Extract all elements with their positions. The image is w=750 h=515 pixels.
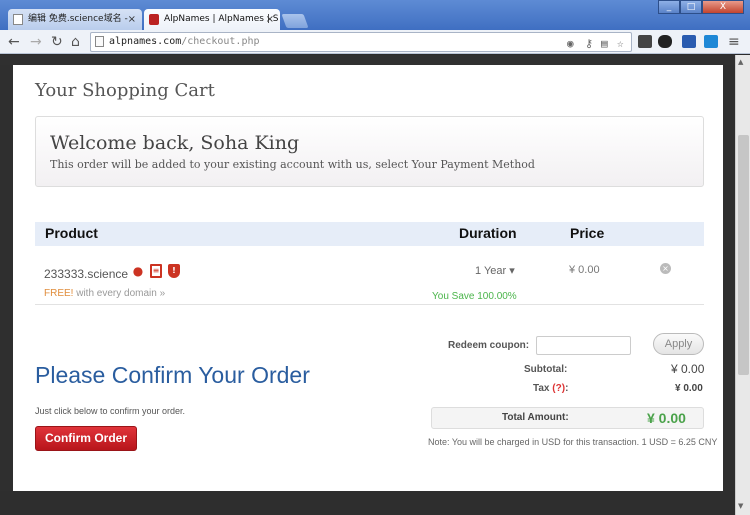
header-band [0,55,735,65]
user-icon[interactable]: ● [132,264,144,278]
extension-1-icon[interactable] [638,35,652,48]
header-duration: Duration [459,225,517,241]
subtotal-label: Subtotal: [524,364,568,375]
total-label: Total Amount: [502,412,569,423]
coupon-label: Redeem coupon: [448,340,530,351]
item-price: ¥ 0.00 [569,264,600,276]
free-text: with every domain » [76,288,166,299]
close-window-button[interactable]: X [702,0,744,14]
forward-icon[interactable]: → [30,33,42,51]
apply-coupon-button[interactable]: Apply [653,333,704,355]
address-bar[interactable]: alpnames.com/checkout.php ◉ ⚷ ▤ ☆ [90,32,632,52]
url-path: /checkout.php [181,36,260,47]
tab-close-icon[interactable]: × [266,9,274,30]
currency-note: Note: You will be charged in USD for thi… [428,437,718,447]
confirm-title: Please Confirm Your Order [35,362,310,388]
page-icon [13,14,23,25]
tab-close-icon[interactable]: × [128,9,136,30]
url-host: alpnames.com [109,36,182,47]
window-controls: _ □ X [658,0,744,16]
menu-icon[interactable]: ≡ [728,33,740,51]
divider [35,304,704,305]
tab-label: 编辑 免费.science域名 - [28,14,128,24]
browser-toolbar: ← → ↻ ⌂ alpnames.com/checkout.php ◉ ⚷ ▤ … [0,30,750,54]
browser-tab-2[interactable]: AlpNames | AlpNames | S × [144,9,280,30]
vertical-scrollbar[interactable]: ▲ ▼ [735,55,750,515]
welcome-title: Welcome back, Soha King [50,132,300,154]
checkout-panel: Your Shopping Cart Welcome back, Soha Ki… [13,65,723,491]
savings-text: You Save 100.00% [432,291,517,302]
tax-label: Tax (?): [533,383,568,394]
site-favicon-icon [149,14,159,25]
tax-value: ¥ 0.00 [675,383,703,394]
extension-2-icon[interactable] [658,35,672,48]
browser-titlebar: 编辑 免费.science域名 - × AlpNames | AlpNames … [0,0,750,30]
minimize-button[interactable]: _ [658,0,680,14]
document-icon[interactable]: ≡ [150,264,162,278]
cart-table-header: Product Duration Price [35,222,704,246]
extension-3-icon[interactable] [682,35,696,48]
key-icon[interactable]: ⚷ [585,35,593,53]
browser-tab-1[interactable]: 编辑 免费.science域名 - × [8,9,142,30]
shield-icon[interactable]: ! [168,264,180,278]
translate-icon[interactable]: ▤ [601,35,608,53]
tax-text: Tax [533,383,550,394]
scroll-thumb[interactable] [738,135,749,375]
subtotal-value: ¥ 0.00 [671,362,705,376]
cart-title: Your Shopping Cart [35,80,215,101]
welcome-box: Welcome back, Soha King This order will … [35,116,704,187]
maximize-button[interactable]: □ [680,0,702,14]
free-addon-note[interactable]: FREE! with every domain » [44,288,165,299]
tab-label: AlpNames | AlpNames | S [164,14,279,24]
total-amount-box: Total Amount: ¥ 0.00 [431,407,704,429]
page-icon [95,36,104,47]
confirm-instructions: Just click below to confirm your order. [35,406,186,416]
page-viewport: Your Shopping Cart Welcome back, Soha Ki… [0,55,735,515]
extension-icon[interactable]: ◉ [567,35,574,53]
cart-item-domain: 233333.science [44,267,129,281]
footer-band [0,491,735,515]
welcome-text: This order will be added to your existin… [50,158,535,171]
extension-4-icon[interactable] [704,35,718,48]
coupon-input[interactable] [536,336,631,355]
back-icon[interactable]: ← [8,33,20,51]
header-price: Price [570,225,605,241]
scroll-down-icon[interactable]: ▼ [738,502,743,510]
domain-feature-icons: ● ≡ ! [132,264,180,278]
tax-colon: : [565,383,569,394]
scroll-up-icon[interactable]: ▲ [738,58,743,66]
free-tag: FREE! [44,288,74,299]
home-icon[interactable]: ⌂ [71,33,80,51]
total-value: ¥ 0.00 [647,410,686,426]
new-tab-button[interactable] [281,14,309,28]
reload-icon[interactable]: ↻ [51,33,63,51]
confirm-order-button[interactable]: Confirm Order [35,426,137,451]
header-product: Product [45,225,98,241]
bookmark-star-icon[interactable]: ☆ [617,35,624,53]
duration-dropdown[interactable]: 1 Year ▾ [475,264,515,277]
tax-help-link[interactable]: (?) [552,383,565,394]
remove-item-icon[interactable]: × [660,263,671,274]
